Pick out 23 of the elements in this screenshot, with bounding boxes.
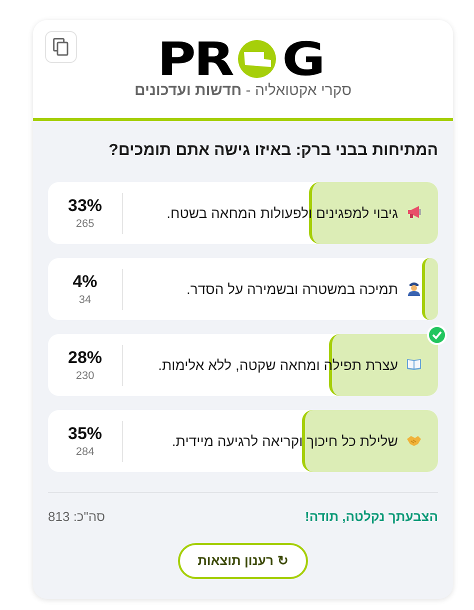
option-percent: 35% [68, 422, 102, 444]
poll-question: המתיחות בבני ברק: באיזו גישה אתם תומכים? [108, 141, 438, 161]
copy-icon [53, 38, 69, 56]
logo-tagline: סקרי אקטואליה - חדשות ועדכונים [134, 83, 352, 98]
copy-button[interactable] [45, 31, 77, 63]
confirmation-message: הצבעתך נקלטה, תודה! [304, 508, 438, 526]
option-text: תמיכה במשטרה ובשמירה על הסדר. [186, 280, 398, 299]
total-votes: סה"כ: 813 [48, 508, 106, 526]
option-votes: 284 [76, 446, 94, 460]
logo-text: G [282, 36, 326, 82]
option-votes: 265 [76, 218, 94, 232]
option-votes: 230 [76, 370, 94, 384]
option-votes: 34 [78, 294, 92, 308]
logo-text: PR [156, 36, 232, 82]
option-percent: 4% [72, 270, 98, 292]
officer-icon [406, 280, 422, 296]
refresh-icon: ↻ [277, 550, 288, 570]
book-icon [406, 356, 422, 372]
option-percent: 33% [68, 194, 102, 216]
refresh-button[interactable]: ↻ רענון תוצאות [178, 542, 308, 578]
megaphone-icon [406, 204, 422, 220]
option-percent: 28% [68, 346, 102, 368]
option-text: שלילת כל חיכוך וקריאה לרגיעה מיידית. [172, 432, 398, 451]
